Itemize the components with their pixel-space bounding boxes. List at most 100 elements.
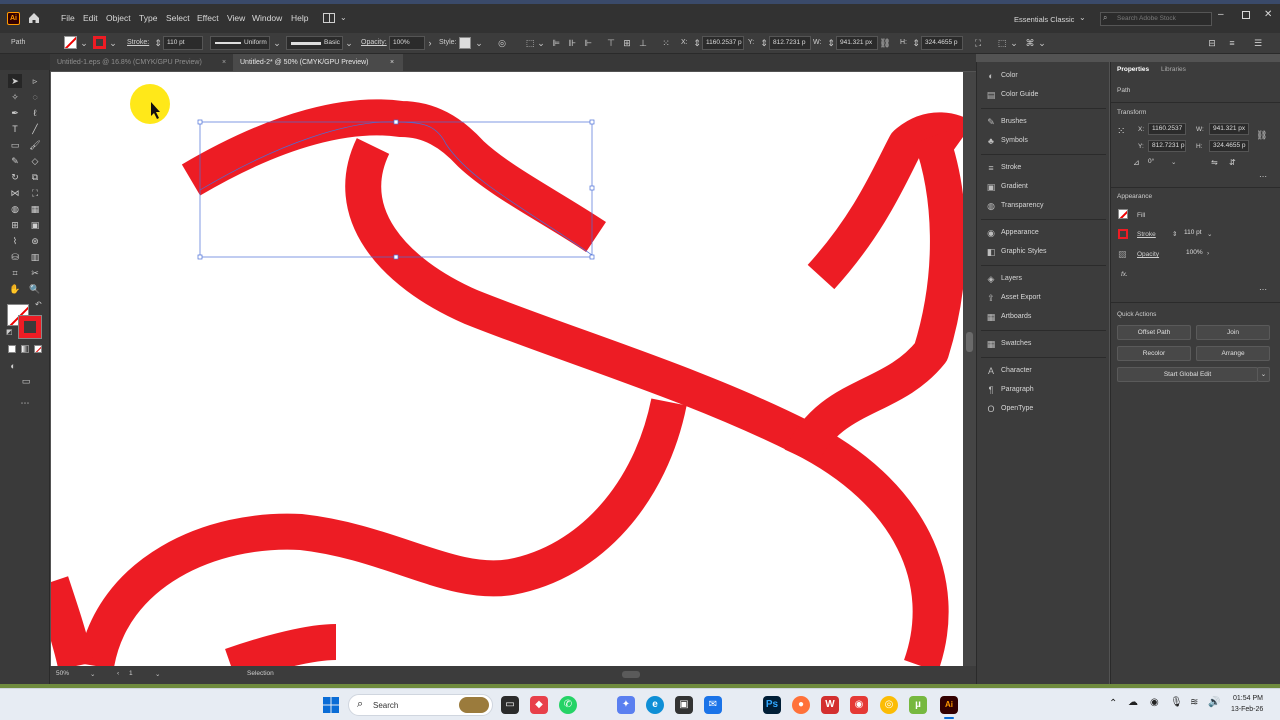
bottom-wave-path[interactable] [78, 398, 687, 666]
stroke-swatch[interactable] [1118, 229, 1128, 239]
panel-brushes[interactable]: ✎ Brushes [985, 115, 1105, 129]
scroll-thumb[interactable] [966, 332, 973, 352]
edge-icon[interactable]: e [646, 696, 664, 714]
none-mode-icon[interactable] [34, 345, 42, 353]
chevron-down-icon[interactable]: ⌄ [271, 37, 283, 49]
stroke-label[interactable]: Stroke [1137, 231, 1156, 238]
utorrent-icon[interactable]: µ [909, 696, 927, 714]
menu-icon[interactable]: ☰ [1252, 37, 1264, 49]
curvature-tool-icon[interactable]: ℓ [28, 106, 42, 120]
menu-file[interactable]: File [61, 13, 75, 23]
rotate-tool-icon[interactable]: ↻ [8, 170, 22, 184]
paintbrush-tool-icon[interactable]: 🖌 [28, 138, 42, 152]
y-field[interactable]: 812.7231 p [1148, 140, 1186, 152]
workspace-switcher[interactable]: Essentials Classic [1014, 15, 1074, 24]
type-tool-icon[interactable]: T [8, 122, 22, 136]
x-field[interactable]: 1160.2537 [1148, 123, 1186, 135]
horizontal-scroll-thumb[interactable] [622, 671, 640, 678]
global-edit-options-button[interactable]: ⌄ [1257, 367, 1270, 382]
join-button[interactable]: Join [1196, 325, 1270, 340]
current-tool[interactable]: Selection [247, 670, 274, 677]
w-field[interactable]: 941.321 px [1209, 123, 1249, 135]
artboard-canvas[interactable] [51, 72, 963, 666]
rectangle-tool-icon[interactable]: ▭ [8, 138, 22, 152]
chevron-right-icon[interactable]: › [1207, 250, 1209, 257]
column-graph-tool-icon[interactable]: ▥ [28, 250, 42, 264]
gradient-tool-icon[interactable]: ▣ [28, 218, 42, 232]
chevron-down-icon[interactable]: ⌄ [155, 670, 160, 678]
panel-gradient[interactable]: ▣ Gradient [985, 180, 1105, 194]
mail-icon[interactable]: ✉ [704, 696, 722, 714]
recolor-button[interactable]: Recolor [1117, 346, 1191, 361]
panel-transparency[interactable]: ◍ Transparency [985, 199, 1105, 213]
menu-select[interactable]: Select [166, 13, 190, 23]
clock-date[interactable]: 13-Feb-26 [1231, 706, 1263, 713]
align-middle-icon[interactable]: ⊞ [621, 37, 633, 49]
magic-wand-tool-icon[interactable]: ✧ [8, 90, 22, 104]
gradient-mode-icon[interactable] [21, 345, 29, 353]
store-icon[interactable]: ▣ [675, 696, 693, 714]
color-mode-icon[interactable] [8, 345, 16, 353]
line-tool-icon[interactable]: ╱ [28, 122, 42, 136]
transform-icon[interactable]: ⛶ [972, 37, 984, 49]
flip-vertical-icon[interactable]: ⇵ [1229, 158, 1236, 167]
width-tool-icon[interactable]: ⋈ [8, 186, 22, 200]
panel-opentype[interactable]: O OpenType [985, 402, 1105, 416]
chevron-down-icon[interactable]: ⌄ [1036, 37, 1048, 49]
graphic-style-swatch[interactable] [459, 37, 471, 49]
h-field[interactable]: 324.4655 p [1209, 140, 1249, 152]
w-field[interactable]: 941.321 px [836, 36, 878, 50]
stepper-icon[interactable]: ⇕ [1172, 230, 1177, 238]
start-global-edit-button[interactable]: Start Global Edit [1117, 367, 1258, 382]
stroke-swatch[interactable] [93, 36, 106, 49]
tab-untitled-1[interactable]: Untitled-1.eps @ 16.8% (CMYK/GPU Preview… [50, 54, 230, 71]
tab-libraries[interactable]: Libraries [1161, 66, 1186, 73]
lasso-tool-icon[interactable]: ◌ [28, 90, 42, 104]
y-field[interactable]: 812.7231 p [769, 36, 811, 50]
whatsapp-icon[interactable]: ✆ [559, 696, 577, 714]
blend-tool-icon[interactable]: ⊛ [28, 234, 42, 248]
mesh-tool-icon[interactable]: ⊞ [8, 218, 22, 232]
swap-fill-stroke-icon[interactable]: ↶ [35, 300, 42, 309]
direct-selection-tool-icon[interactable]: ▹ [28, 74, 42, 88]
opacity-label[interactable]: Opacity [1137, 251, 1159, 258]
panel-character[interactable]: A Character [985, 364, 1105, 378]
align-bottom-icon[interactable]: ⊥ [637, 37, 649, 49]
shaper-tool-icon[interactable]: ✎ [8, 154, 22, 168]
weather-icon[interactable]: ☁ [1128, 697, 1138, 708]
app-icon[interactable]: ◆ [530, 696, 548, 714]
screen-mode-icon[interactable]: ▭ [19, 374, 33, 388]
close-icon[interactable]: ✕ [1264, 9, 1272, 20]
maximize-icon[interactable] [1242, 11, 1250, 19]
slice-tool-icon[interactable]: ✂ [28, 266, 42, 280]
stock-search-input[interactable]: ⌕ Search Adobe Stock [1100, 12, 1212, 26]
envelope-icon[interactable]: ⌘ [1024, 37, 1036, 49]
brush-definition[interactable]: Basic [286, 36, 343, 50]
app-icon[interactable]: ◉ [850, 696, 868, 714]
draw-mode-icon[interactable]: ◐ [6, 359, 20, 373]
panel-asset-export[interactable]: ⇪ Asset Export [985, 291, 1105, 305]
panel-switch-icon[interactable]: ⊟ [1206, 37, 1218, 49]
chevron-down-icon[interactable]: ⌄ [535, 37, 547, 49]
menu-edit[interactable]: Edit [83, 13, 98, 23]
stroke-weight-field[interactable]: 110 pt [163, 36, 203, 50]
panel-swatches[interactable]: ▦ Swatches [985, 337, 1105, 351]
stroke-swatch[interactable] [18, 315, 42, 339]
recolor-icon[interactable]: ◎ [496, 37, 508, 49]
panel-layers[interactable]: ◈ Layers [985, 272, 1105, 286]
chevron-down-icon[interactable]: ⌄ [1008, 37, 1020, 49]
menu-type[interactable]: Type [139, 13, 157, 23]
link-icon[interactable]: ⛓ [1256, 130, 1267, 141]
variable-width-profile[interactable]: Uniform [210, 36, 270, 50]
panel-color[interactable]: ◐ Color [985, 69, 1105, 83]
prev-artboard-icon[interactable]: ‹ [117, 670, 119, 677]
scale-tool-icon[interactable]: ⧉ [28, 170, 42, 184]
fill-none-swatch[interactable] [1118, 209, 1128, 219]
windows-start-icon[interactable] [323, 697, 339, 713]
tab-properties[interactable]: Properties [1117, 66, 1149, 73]
free-transform-tool-icon[interactable]: ⛶ [28, 186, 42, 200]
panel-paragraph[interactable]: ¶ Paragraph [985, 383, 1105, 397]
chevron-down-icon[interactable]: ⌄ [473, 37, 485, 49]
copilot-icon[interactable]: ✦ [617, 696, 635, 714]
panel-appearance[interactable]: ◉ Appearance [985, 226, 1105, 240]
